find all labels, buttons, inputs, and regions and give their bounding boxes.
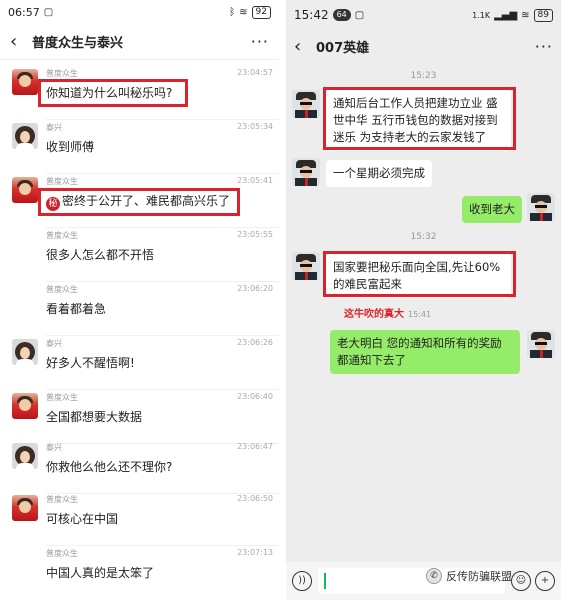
avatar[interactable] — [12, 123, 38, 149]
message-text: 很多人怎么都不开悟 — [46, 248, 155, 262]
avatar[interactable] — [12, 339, 38, 365]
avatar[interactable] — [12, 443, 38, 469]
sender-name: 泰兴 — [46, 339, 62, 348]
notification-badge: 64 — [332, 9, 351, 21]
sender-name: 普度众生 — [46, 285, 78, 294]
status-bar: 06:57 ▢ ᛒ ≋ 92 — [0, 0, 279, 24]
avatar[interactable] — [12, 393, 38, 419]
message-text: 你救他么他么还不理你? — [46, 460, 173, 474]
bluetooth-icon: ᛒ — [229, 6, 236, 18]
avatar[interactable] — [292, 158, 320, 186]
more-options-icon[interactable]: ··· — [251, 32, 269, 51]
battery-indicator: 92 — [251, 5, 271, 19]
message-text: 好多人不醒悟啊! — [46, 356, 135, 370]
status-time: 06:57 — [8, 5, 40, 19]
back-arrow-icon[interactable]: ‹ — [10, 31, 32, 52]
sender-name: 普度众生 — [46, 231, 78, 240]
watermark: ✆ 反传防骗联盟 — [426, 568, 512, 584]
list-item[interactable]: 普度众生 23:06:20 看着都着急 — [0, 282, 279, 336]
list-item[interactable]: 泰兴 23:06:26 好多人不醒悟啊! — [0, 336, 279, 390]
sender-name: 普度众生 — [46, 177, 78, 186]
avatar[interactable] — [12, 69, 38, 95]
voice-icon[interactable]: )) — [292, 571, 312, 591]
time-stamp: 15:23 — [410, 71, 437, 81]
network-speed: 1.1K — [472, 10, 491, 20]
list-item[interactable]: 普度众生 23:06:50 可核心在中国 — [0, 492, 279, 546]
message-time: 23:06:40 — [237, 392, 273, 401]
message-time: 23:05:55 — [237, 230, 273, 239]
list-item[interactable]: 普度众生 23:06:40 全国都想要大数据 — [0, 390, 279, 444]
message-time: 23:05:34 — [237, 122, 273, 131]
list-item[interactable]: 泰兴 23:05:34 收到师傅 — [0, 120, 279, 174]
message-time: 23:07:13 — [237, 548, 273, 557]
message-time: 23:06:26 — [237, 338, 273, 347]
left-chat-screenshot: 06:57 ▢ ᛒ ≋ 92 ‹ 普度众生与泰兴 ··· 普度众生 23:04:… — [0, 0, 279, 600]
list-item[interactable]: 普度众生 23:07:13 中国人真的是太笨了 — [0, 546, 279, 600]
right-chat-screenshot: 15:42 64 ▢ 1.1K ▂▄▆ ≋ 89 ‹ 007英雄 ··· 15:… — [286, 0, 561, 600]
sender-name: 泰兴 — [46, 443, 62, 452]
incoming-bubble[interactable]: 一个星期必须完成 — [326, 160, 432, 187]
message-text: 看着都着急 — [46, 302, 107, 316]
message-time: 23:06:47 — [237, 442, 273, 451]
back-arrow-icon[interactable]: ‹ — [294, 36, 316, 57]
battery-indicator: 89 — [533, 8, 553, 22]
wifi-icon: ≋ — [239, 6, 248, 18]
avatar[interactable] — [292, 90, 320, 118]
chat-notification-icon: ▢ — [43, 6, 54, 18]
my-avatar[interactable] — [527, 193, 555, 221]
plus-icon[interactable]: + — [535, 571, 555, 591]
message-text: 可核心在中国 — [46, 512, 119, 526]
chat-input-bar: )) ☺ + — [286, 562, 561, 600]
message-text: 中国人真的是太笨了 — [46, 566, 155, 580]
wifi-icon: ≋ — [521, 9, 530, 21]
avatar[interactable] — [12, 495, 38, 521]
emoji-icon[interactable]: ☺ — [511, 571, 531, 591]
avatar[interactable] — [292, 252, 320, 280]
sender-name: 泰兴 — [46, 123, 62, 132]
message-time: 23:06:20 — [237, 284, 273, 293]
outgoing-bubble[interactable]: 老大明白 您的通知和所有的奖励都通知下去了 — [330, 330, 520, 374]
signal-icon: ▂▄▆ — [494, 9, 518, 21]
time-stamp: 15:32 — [410, 232, 437, 242]
status-bar: 15:42 64 ▢ 1.1K ▂▄▆ ≋ 89 — [286, 0, 561, 30]
highlight-box — [323, 251, 516, 297]
message-text: 全国都想要大数据 — [46, 410, 143, 424]
message-time: 23:04:57 — [237, 68, 273, 77]
highlight-box — [38, 79, 188, 107]
avatar[interactable] — [12, 231, 38, 257]
sender-name: 普度众生 — [46, 393, 78, 402]
avatar[interactable] — [12, 285, 38, 311]
chat-header: ‹ 007英雄 ··· — [286, 30, 561, 62]
status-time: 15:42 — [294, 8, 329, 22]
list-item[interactable]: 泰兴 23:06:47 你救他么他么还不理你? — [0, 440, 279, 494]
highlight-box — [323, 87, 516, 150]
chat-title: 007英雄 — [316, 40, 370, 56]
chat-title: 普度众生与泰兴 — [32, 36, 124, 51]
chat-header: ‹ 普度众生与泰兴 ··· — [0, 24, 279, 60]
my-avatar[interactable] — [527, 330, 555, 358]
red-annotation: 这牛吹的真大 15:41 — [344, 309, 432, 320]
avatar[interactable] — [12, 549, 38, 575]
wechat-logo-icon: ✆ — [426, 568, 442, 584]
sender-name: 普度众生 — [46, 69, 78, 78]
sender-name: 普度众生 — [46, 495, 78, 504]
message-time: 23:06:50 — [237, 494, 273, 503]
list-item[interactable]: 普度众生 23:05:55 很多人怎么都不开悟 — [0, 228, 279, 282]
more-options-icon[interactable]: ··· — [535, 37, 553, 56]
message-time: 23:05:41 — [237, 176, 273, 185]
outgoing-bubble[interactable]: 收到老大 — [462, 196, 522, 223]
highlight-box — [38, 188, 240, 216]
avatar[interactable] — [12, 177, 38, 203]
sender-name: 普度众生 — [46, 549, 78, 558]
message-text: 收到师傅 — [46, 140, 95, 154]
chat-notification-icon: ▢ — [354, 9, 365, 21]
panel-divider — [279, 0, 286, 600]
